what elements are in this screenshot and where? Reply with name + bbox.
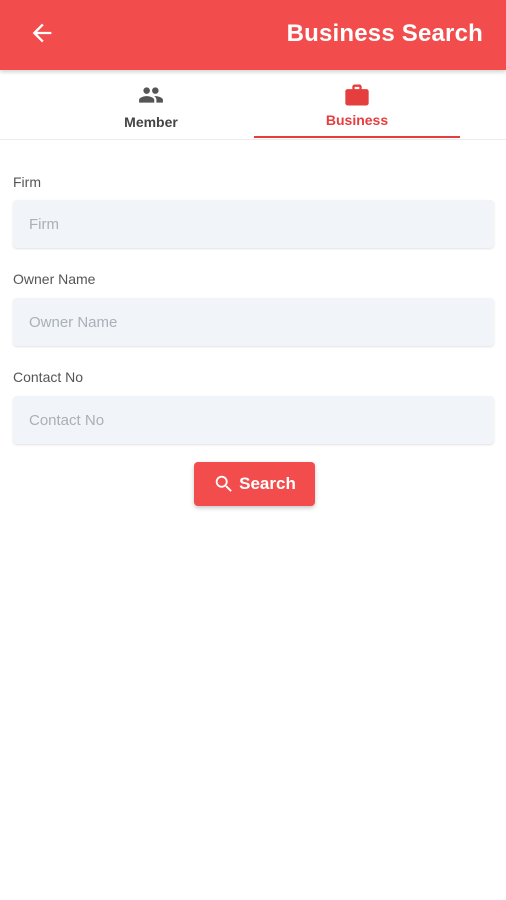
back-button[interactable]	[22, 17, 62, 53]
tab-bar: Member Business	[0, 70, 506, 140]
tab-business[interactable]: Business	[254, 70, 460, 138]
app-bar: Business Search	[0, 0, 506, 70]
arrow-left-icon	[28, 19, 56, 52]
firm-input[interactable]	[13, 200, 494, 248]
contact-no-input[interactable]	[13, 396, 494, 444]
tab-business-label: Business	[325, 112, 389, 128]
people-icon	[135, 82, 167, 108]
tab-member-label: Member	[124, 114, 178, 130]
page-title: Business Search	[286, 20, 483, 47]
owner-name-label: Owner Name	[13, 271, 96, 287]
tab-indicator	[254, 136, 460, 138]
briefcase-icon	[342, 82, 372, 108]
tab-member[interactable]: Member	[48, 70, 254, 138]
contact-no-label: Contact No	[13, 369, 84, 385]
search-button[interactable]: Search	[194, 462, 315, 506]
owner-name-input[interactable]	[13, 298, 494, 346]
search-icon	[213, 473, 235, 495]
search-button-label: Search	[239, 474, 296, 493]
firm-label: Firm	[13, 174, 41, 190]
